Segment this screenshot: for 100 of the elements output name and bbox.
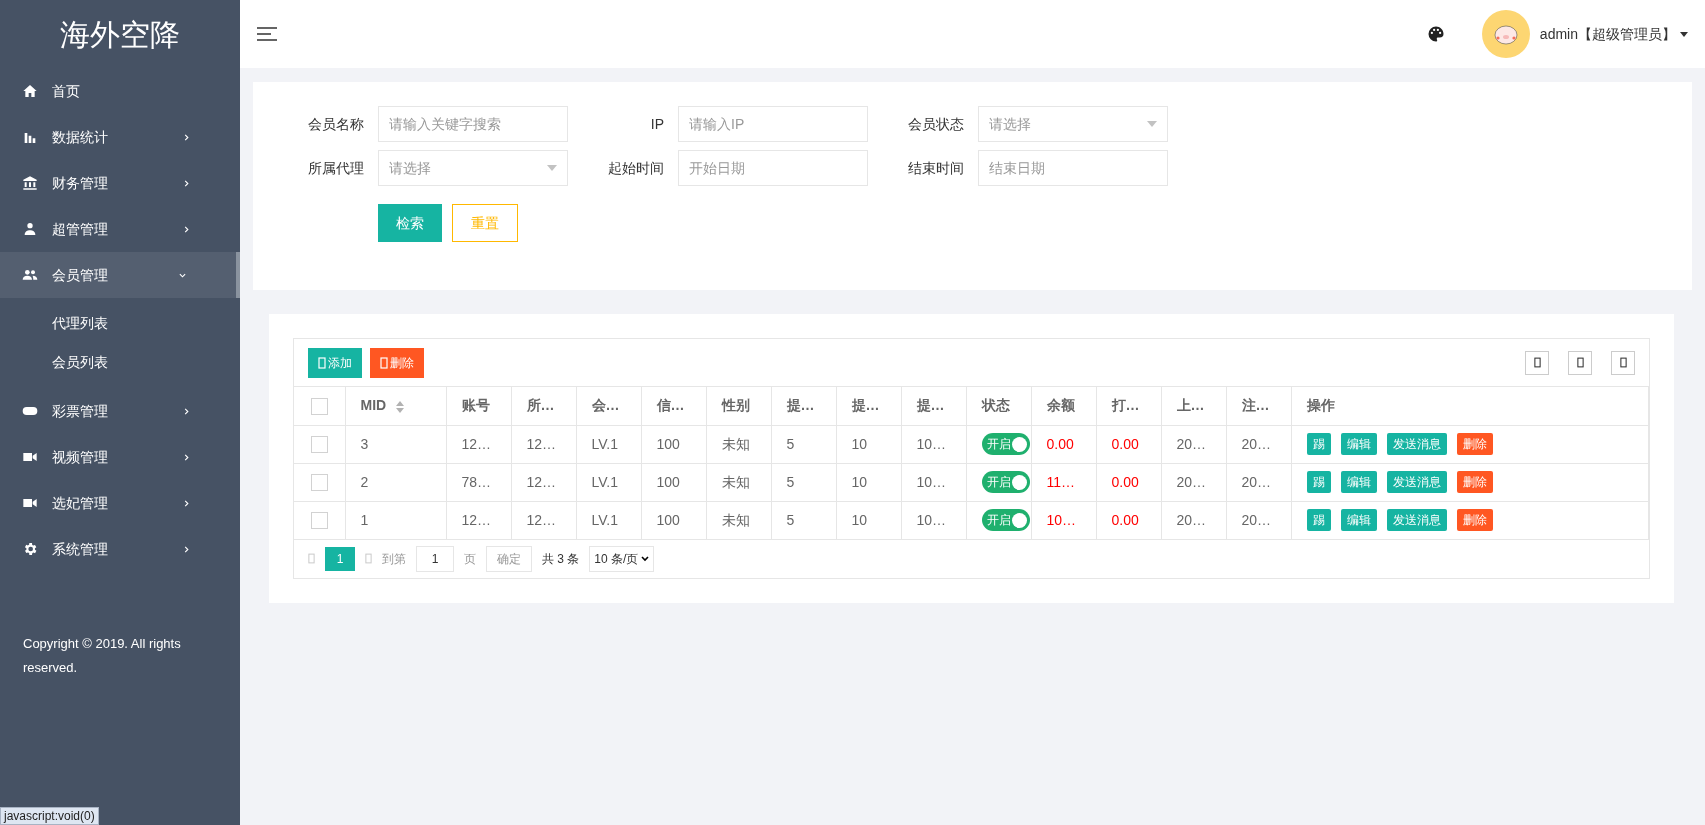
menu-item[interactable]: 会员管理 — [0, 252, 240, 298]
delete-button[interactable]: 删除 — [370, 347, 424, 378]
action-button[interactable]: 删除 — [1456, 433, 1493, 455]
table-cell: 10 — [851, 511, 868, 528]
action-button[interactable]: 踢 — [1306, 509, 1331, 531]
column-header: 提… — [836, 387, 901, 425]
users-icon — [22, 267, 38, 283]
chevron-right-icon — [183, 407, 190, 415]
user-menu[interactable]: admin【超级管理员】 — [1539, 23, 1676, 45]
action-button[interactable]: 删除 — [1456, 471, 1493, 493]
input-field[interactable]: 请输入IP — [678, 106, 868, 142]
placeholder-glyph-icon — [1576, 357, 1584, 368]
toolbar-tool-icon[interactable] — [1611, 350, 1635, 375]
action-button[interactable]: 编辑 — [1340, 433, 1377, 455]
column-header: 账号 — [446, 387, 511, 425]
column-header: 性别 — [706, 387, 771, 425]
menu-item[interactable]: 系统管理 — [0, 526, 240, 572]
status-switch[interactable]: 开启 — [981, 433, 1030, 455]
status-switch[interactable]: 开启 — [981, 509, 1030, 531]
reset-button[interactable]: 重置 — [452, 204, 518, 242]
page-input[interactable]: 1 — [416, 545, 454, 572]
input-field[interactable]: 请输入关键字搜索 — [378, 106, 568, 142]
table-cell: 20… — [1176, 511, 1207, 528]
avatar[interactable] — [1481, 10, 1530, 58]
menu-item[interactable]: 超管管理 — [0, 206, 240, 252]
toolbar-tool-icon[interactable] — [1525, 350, 1549, 375]
page-size-select[interactable]: 10 条/页 — [589, 545, 655, 572]
column-header: 所… — [511, 387, 576, 425]
table-cell: 未知 — [721, 435, 750, 452]
action-button[interactable]: 发送消息 — [1386, 509, 1447, 531]
table-cell: 11… — [1046, 473, 1076, 490]
column-header: 提… — [771, 387, 836, 425]
confirm-button[interactable]: 确定 — [486, 545, 532, 572]
sort-icon[interactable] — [396, 400, 405, 413]
table-cell: 未知 — [721, 473, 750, 490]
column-header: 会… — [576, 387, 641, 425]
checkbox[interactable] — [310, 474, 328, 492]
home-icon — [22, 83, 38, 99]
chevron-down-icon — [179, 271, 186, 279]
toolbar-tool-icon[interactable] — [1568, 350, 1592, 375]
table-cell: 未知 — [721, 511, 750, 528]
search-button[interactable]: 检索 — [378, 204, 442, 242]
action-button[interactable]: 踢 — [1306, 471, 1331, 493]
table-cell: 12… — [526, 511, 557, 528]
table-cell: LV.1 — [591, 473, 618, 490]
filter-label: 所属代理 — [307, 158, 365, 178]
submenu-item[interactable]: 会员列表 — [0, 343, 240, 382]
action-button[interactable]: 发送消息 — [1386, 471, 1447, 493]
page-button[interactable]: 1 — [325, 546, 355, 571]
table-cell: 12… — [526, 435, 557, 452]
table-cell: 12… — [461, 435, 492, 452]
url-tooltip: javascript:void(0) — [0, 807, 99, 825]
menu-icon[interactable] — [257, 26, 277, 42]
input-field[interactable]: 开始日期 — [678, 150, 868, 186]
menu-item[interactable]: 选妃管理 — [0, 480, 240, 526]
select-field[interactable]: 请选择 — [378, 150, 568, 186]
input-field[interactable]: 结束日期 — [978, 150, 1168, 186]
column-header: 状态 — [966, 387, 1031, 425]
action-button[interactable]: 删除 — [1456, 509, 1493, 531]
column-header[interactable]: MID — [345, 387, 446, 425]
checkbox[interactable] — [310, 398, 328, 416]
add-button[interactable]: 添加 — [308, 347, 362, 378]
user-icon — [22, 221, 38, 237]
action-button[interactable]: 编辑 — [1340, 509, 1377, 531]
menu-item[interactable]: 数据统计 — [0, 114, 240, 160]
checkbox[interactable] — [310, 436, 328, 454]
table-cell: 20… — [1241, 473, 1272, 490]
bank-icon — [22, 175, 38, 191]
table-cell: 5 — [786, 473, 795, 490]
filter-label: IP — [649, 114, 665, 134]
action-button[interactable]: 编辑 — [1340, 471, 1377, 493]
column-header: 上… — [1161, 387, 1226, 425]
placeholder-glyph-icon — [1533, 357, 1541, 368]
table-cell: 0.00 — [1046, 435, 1074, 452]
table-cell: 1 — [360, 511, 369, 528]
status-switch[interactable]: 开启 — [981, 471, 1030, 493]
submenu-item[interactable]: 代理列表 — [0, 304, 240, 343]
table-cell: 12… — [461, 511, 492, 528]
table-cell: 10… — [916, 511, 947, 528]
action-button[interactable]: 发送消息 — [1386, 433, 1447, 455]
column-header: 信… — [641, 387, 706, 425]
action-button[interactable]: 踢 — [1306, 433, 1331, 455]
checkbox[interactable] — [310, 512, 328, 530]
menu-item[interactable]: 财务管理 — [0, 160, 240, 206]
table-cell: 2 — [360, 473, 369, 490]
table-cell: 78… — [461, 473, 492, 490]
menu-item[interactable]: 彩票管理 — [0, 388, 240, 434]
table-cell: 20… — [1176, 473, 1207, 490]
menu-item[interactable]: 首页 — [0, 68, 240, 114]
chevron-right-icon — [183, 179, 190, 187]
table-cell: 10 — [851, 435, 868, 452]
column-header: 打… — [1096, 387, 1161, 425]
table-cell: 20… — [1241, 511, 1272, 528]
menu-item[interactable]: 视频管理 — [0, 434, 240, 480]
palette-icon[interactable] — [1426, 25, 1445, 43]
placeholder-glyph-icon — [380, 356, 388, 369]
column-header: 注… — [1226, 387, 1291, 425]
select-field[interactable]: 请选择 — [978, 106, 1168, 142]
column-header: 余额 — [1031, 387, 1096, 425]
column-header: 提… — [901, 387, 966, 425]
